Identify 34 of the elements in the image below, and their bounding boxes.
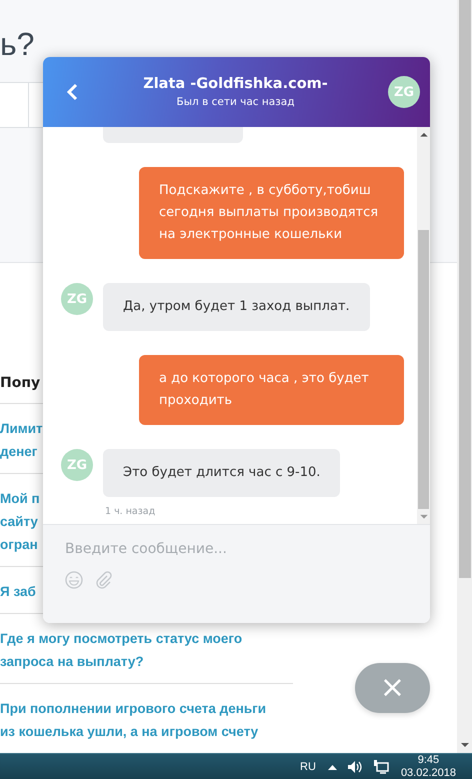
close-button[interactable]: × — [355, 663, 430, 713]
language-indicator[interactable]: RU — [300, 761, 316, 773]
up-arrow-icon[interactable] — [328, 764, 337, 770]
page-heading: ь? — [0, 25, 36, 64]
sent-message: Подскажите , в субботу,тобиш сегодня выплаты производятся на электронные кошельки — [139, 167, 404, 259]
network-icon[interactable] — [372, 760, 389, 774]
faq-link[interactable]: запроса на выплату? — [0, 650, 144, 673]
agent-avatar: ZG — [388, 76, 420, 108]
scrollbar[interactable] — [457, 0, 472, 753]
paperclip-icon[interactable] — [95, 571, 113, 589]
faq-link[interactable]: из кошелька ушли, а на игровом счету — [0, 720, 258, 743]
faq-link[interactable]: сайту — [0, 510, 38, 533]
agent-avatar: ZG — [61, 449, 93, 481]
faq-link[interactable]: При пополнении игрового счета деньги — [0, 697, 266, 720]
chat-title: Zlata -Goldfishka.com- — [143, 76, 328, 92]
faq-link[interactable]: денег — [0, 440, 38, 463]
faq-link[interactable]: Мой п — [0, 487, 40, 510]
faq-link[interactable]: Я заб — [0, 580, 36, 603]
status-text: Был в сети час назад — [176, 96, 294, 108]
speaker-icon[interactable] — [346, 760, 363, 774]
scroll-up-icon[interactable] — [418, 131, 428, 138]
agent-avatar: ZG — [61, 283, 93, 315]
sent-message: а до которого часа , это будет проходить — [139, 355, 404, 425]
received-message: Это будет длится час с 9-10. — [103, 449, 340, 497]
message-input[interactable]: Введите сообщение... — [65, 541, 408, 557]
clock[interactable]: 9:45 03.02.2018 — [400, 754, 456, 779]
message-time: 1 ч. назад — [104, 506, 156, 517]
scroll-down-icon[interactable] — [460, 741, 470, 749]
search-field[interactable] — [0, 82, 45, 128]
scrollbar[interactable] — [417, 127, 430, 524]
faq-link[interactable]: Лимит — [0, 417, 43, 440]
received-message: Да, утром будет 1 заход выплат. — [103, 283, 370, 331]
faq-link[interactable]: Где я могу посмотреть статус моего — [0, 627, 242, 650]
faq-link[interactable]: огран — [0, 533, 38, 556]
